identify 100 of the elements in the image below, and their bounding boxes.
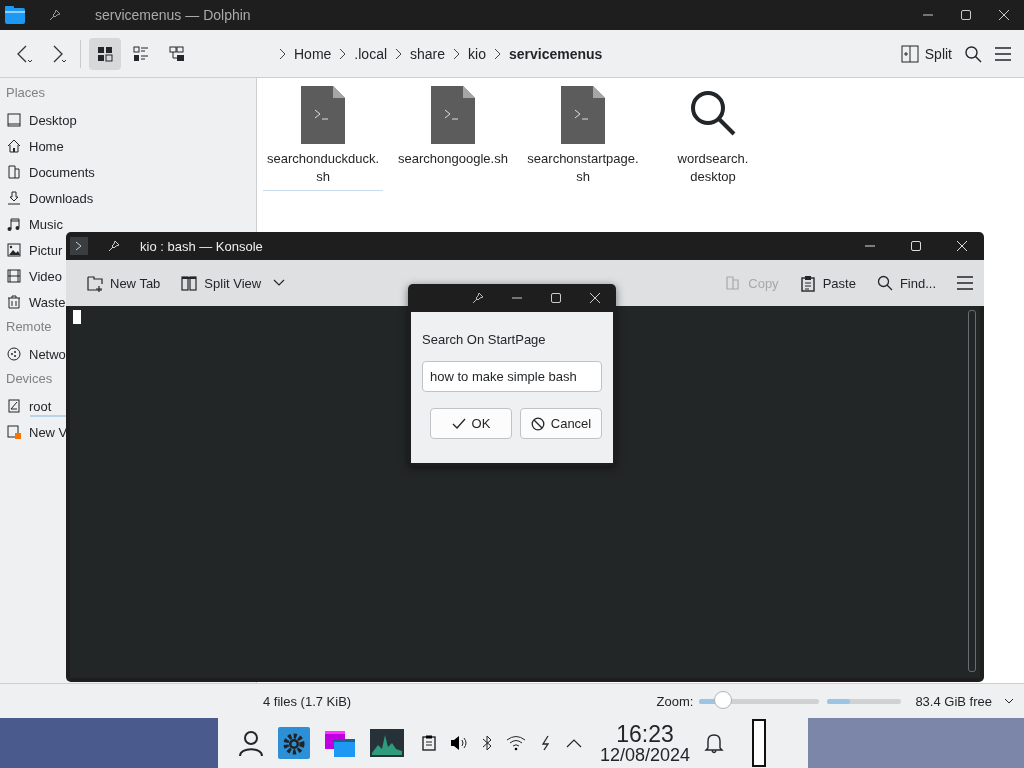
sidebar-item[interactable]: Music: [29, 216, 63, 232]
status-summary: 4 files (1.7 KiB): [263, 693, 352, 709]
breadcrumb-item[interactable]: .local: [352, 45, 390, 62]
file-name: wordsearch. desktop: [677, 150, 749, 186]
tree-view-icon: [168, 44, 186, 63]
terminal-area[interactable]: [70, 306, 980, 678]
breadcrumb-item[interactable]: kio: [466, 45, 488, 62]
script-file-icon: [431, 86, 475, 144]
maximize-icon[interactable]: [960, 9, 972, 21]
pin-icon[interactable]: [472, 292, 484, 304]
free-space-text: 83.4 GiB free: [915, 693, 992, 709]
sidebar-item[interactable]: Documents: [29, 164, 95, 180]
split-icon: [900, 44, 919, 63]
text-cursor: [73, 310, 81, 324]
slider-thumb[interactable]: [714, 690, 733, 709]
pictures-icon: [6, 242, 22, 258]
split-button[interactable]: Split: [900, 44, 952, 63]
close-icon[interactable]: [998, 9, 1010, 21]
section-heading: Remote: [5, 318, 53, 336]
zoom-slider[interactable]: [699, 692, 820, 710]
file-item[interactable]: searchongoogle.sh: [393, 86, 513, 173]
split-view-icon: [180, 274, 199, 292]
sidebar-item[interactable]: root: [29, 398, 52, 414]
ok-button[interactable]: OK: [430, 408, 512, 439]
bluetooth-icon[interactable]: [482, 735, 492, 751]
search-field[interactable]: how to make simple bash: [422, 361, 602, 392]
videos-icon: [6, 268, 22, 284]
desktop-icon: [6, 112, 22, 128]
close-icon[interactable]: [956, 240, 968, 252]
terminal-icon: [70, 237, 88, 255]
clock-time[interactable]: 16:23: [616, 722, 674, 746]
trash-icon: [6, 294, 22, 310]
cancel-button[interactable]: Cancel: [520, 408, 602, 439]
music-icon: [6, 216, 22, 232]
search-icon[interactable]: [964, 44, 982, 63]
chevron-icon: [395, 47, 403, 60]
gear-icon[interactable]: [278, 727, 310, 759]
checkmark-icon: [451, 417, 466, 430]
sidebar-item[interactable]: Waste: [29, 294, 66, 310]
sidebar-item[interactable]: Video: [29, 268, 62, 284]
chevron-icon: [279, 47, 286, 60]
file-name: searchongoogle.sh: [398, 150, 508, 168]
scrollbar[interactable]: [968, 310, 976, 672]
folder-icon: [5, 6, 25, 24]
window-title: kio : bash — Konsole: [140, 238, 263, 254]
breadcrumb-item[interactable]: servicemenus: [507, 45, 605, 62]
sidebar-item[interactable]: Pictur: [29, 242, 63, 258]
expand-icon[interactable]: [566, 738, 582, 748]
menu-icon[interactable]: [994, 45, 1012, 62]
caret-icon: [273, 279, 286, 287]
sidebar-item[interactable]: Downloads: [29, 190, 94, 206]
sidebar-item[interactable]: Netwo: [29, 346, 66, 362]
maximize-icon[interactable]: [550, 292, 562, 304]
find-button[interactable]: Find...: [875, 274, 936, 292]
home-icon: [6, 138, 22, 154]
pin-icon[interactable]: [108, 240, 120, 252]
file-item[interactable]: searchonduckduck. sh: [263, 86, 383, 191]
paste-icon: [798, 274, 817, 292]
view-mode-button[interactable]: [89, 37, 121, 70]
pin-icon[interactable]: [49, 9, 61, 21]
user-icon[interactable]: [238, 729, 264, 757]
show-desktop-button[interactable]: [752, 719, 767, 767]
close-icon[interactable]: [589, 292, 601, 304]
maximize-icon[interactable]: [910, 240, 922, 252]
paste-button[interactable]: Paste: [798, 274, 856, 292]
menu-icon[interactable]: [956, 275, 974, 291]
bell-icon[interactable]: [704, 732, 725, 754]
wifi-icon[interactable]: [506, 735, 526, 751]
network-icon: [6, 346, 22, 362]
new-tab-button[interactable]: New Tab: [86, 274, 161, 292]
sidebar-item[interactable]: Desktop: [29, 112, 77, 128]
split-view-button[interactable]: Split View: [180, 274, 286, 292]
lightning-icon[interactable]: [540, 735, 552, 751]
graph-icon[interactable]: [370, 729, 404, 757]
file-name: searchonduckduck. sh: [267, 150, 379, 186]
script-file-icon: [561, 86, 605, 144]
sidebar-item[interactable]: New V: [29, 424, 68, 440]
clipboard-icon[interactable]: [422, 735, 436, 751]
clock-date[interactable]: 12/08/2024: [600, 745, 691, 764]
speaker-icon[interactable]: [450, 735, 468, 751]
section-heading: Places: [5, 84, 47, 102]
section-heading: Devices: [5, 370, 54, 388]
sidebar-item[interactable]: Home: [29, 138, 64, 154]
documents-icon: [6, 164, 22, 180]
zoom-label: Zoom:: [656, 693, 694, 709]
breadcrumb-item[interactable]: share: [408, 45, 448, 62]
chevron-icon: [494, 47, 501, 60]
downloads-icon: [6, 190, 22, 206]
breadcrumb-item[interactable]: Home: [292, 45, 334, 62]
caret-icon[interactable]: [1004, 698, 1014, 704]
window-title: servicemenus — Dolphin: [95, 7, 251, 23]
new-tab-icon: [86, 274, 104, 292]
file-item[interactable]: searchonstartpage. sh: [523, 86, 643, 191]
chevron-icon: [339, 47, 347, 60]
script-file-icon: [301, 86, 345, 144]
icons-view-icon: [96, 44, 114, 63]
file-item[interactable]: wordsearch. desktop: [653, 86, 773, 191]
find-icon: [875, 274, 894, 292]
details-view-icon: [132, 44, 150, 63]
file-name: searchonstartpage. sh: [527, 150, 639, 186]
